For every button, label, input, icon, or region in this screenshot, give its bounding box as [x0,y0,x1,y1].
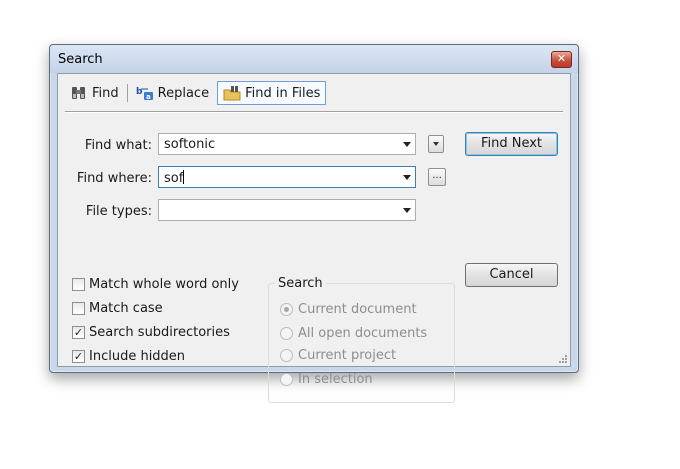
tab-find-label: Find [92,85,119,101]
tab-find[interactable]: Find [65,81,124,105]
dialog-title: Search [58,52,103,67]
find-next-button[interactable]: Find Next [465,132,558,156]
resize-grip-icon[interactable] [557,353,567,363]
title-bar[interactable]: Search ✕ [50,45,578,73]
search-subdirectories-checkbox[interactable]: ✓ Search subdirectories [72,323,230,341]
match-case-checkbox[interactable]: Match case [72,299,163,317]
find-what-value: softonic [164,137,216,152]
checkbox-box[interactable] [72,301,85,315]
radio-button[interactable] [280,372,293,386]
close-icon: ✕ [556,52,567,65]
replace-icon: ba [136,85,154,101]
radio-button[interactable] [280,302,293,316]
close-button[interactable]: ✕ [551,51,572,68]
dialog-body: Find ba Replace Find in Files Find what:… [57,73,571,403]
checkbox-box[interactable] [72,277,85,291]
radio-current-project[interactable]: Current project [280,346,396,364]
tab-find-in-files-label: Find in Files [245,85,321,101]
radio-button[interactable] [280,348,293,362]
radio-in-selection[interactable]: In selection [280,370,373,388]
svg-text:a: a [146,93,151,101]
radio-button[interactable] [280,326,293,340]
match-whole-word-label: Match whole word only [89,276,239,292]
tab-replace-label: Replace [157,85,210,101]
find-in-files-icon [223,85,241,101]
tab-divider [65,111,563,113]
find-what-options-button[interactable] [428,135,444,153]
chevron-down-icon[interactable] [403,142,411,147]
find-where-combo[interactable]: sof [158,166,416,188]
checkmark-icon[interactable]: ✓ [72,349,85,363]
tab-find-in-files[interactable]: Find in Files [217,81,327,105]
cancel-button[interactable]: Cancel [465,263,558,287]
match-whole-word-checkbox[interactable]: Match whole word only [72,275,239,293]
find-where-label: Find where: [76,171,152,186]
include-hidden-checkbox[interactable]: ✓ Include hidden [72,347,185,365]
chevron-down-icon[interactable] [403,175,411,180]
browse-button[interactable]: ... [428,168,446,186]
file-types-combo[interactable] [158,199,416,221]
chevron-down-icon[interactable] [403,208,411,213]
search-dialog: Search ✕ Find ba Replace Find in Files F… [49,44,579,403]
find-what-combo[interactable]: softonic [158,133,416,155]
include-hidden-label: Include hidden [89,348,186,364]
checkmark-icon[interactable]: ✓ [72,325,85,339]
file-types-label: File types: [85,204,152,219]
match-case-label: Match case [89,300,163,316]
find-where-value: sof [164,170,185,186]
chevron-down-icon [433,142,439,146]
find-what-label: Find what: [84,138,152,153]
tab-replace[interactable]: ba Replace [131,81,214,105]
radio-all-open-documents[interactable]: All open documents [280,324,427,342]
radio-current-document[interactable]: Current document [280,300,417,318]
search-scope-title: Search [275,276,326,291]
search-subdirectories-label: Search subdirectories [89,324,230,340]
tab-separator [126,84,128,102]
binoculars-icon [70,85,88,101]
tab-bar: Find ba Replace Find in Files [65,81,329,107]
